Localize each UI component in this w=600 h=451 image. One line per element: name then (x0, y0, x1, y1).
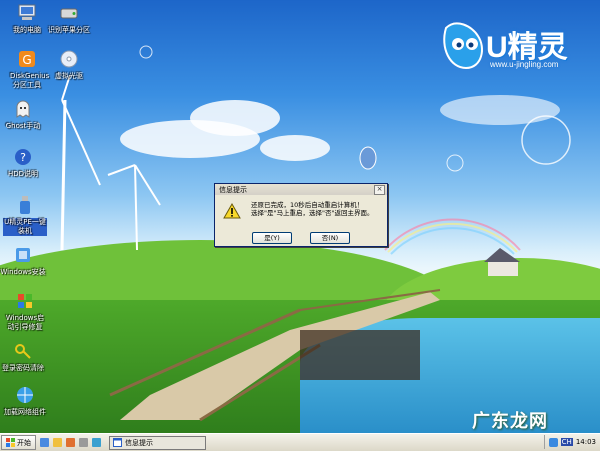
mascot-icon (443, 22, 483, 70)
desktop-icon-label: 加载网络组件 (4, 408, 46, 416)
desktop-icon-password-clear[interactable]: 登录密码清除 (0, 340, 50, 373)
desktop-icon-label: 识别苹果分区 (48, 26, 90, 34)
key-icon (12, 340, 34, 362)
start-icon (6, 438, 15, 447)
warning-icon (223, 203, 241, 219)
drive-icon (58, 2, 80, 24)
network-icon (14, 384, 36, 406)
quicklaunch-explorer-icon[interactable] (53, 438, 62, 447)
quicklaunch-tool-icon[interactable] (66, 438, 75, 447)
svg-text:?: ? (20, 151, 26, 164)
dialog-message: 还原已完成，10秒后自动重启计算机！ 选择"是"马上重启，选择"否"返回主界面。 (251, 201, 373, 217)
watermark-text: 广东龙网 (472, 411, 548, 432)
window-icon (113, 438, 122, 447)
yes-button[interactable]: 是(Y) (252, 232, 292, 244)
tray-app-icon[interactable] (548, 437, 558, 447)
dialog-close-button[interactable]: × (374, 184, 385, 195)
info-dialog: 信息提示 × 还原已完成，10秒后自动重启计算机！ 选择"是"马上重启，选择"否… (214, 183, 388, 247)
desktop-icon-label: Windows安装 (0, 268, 46, 276)
desktop-icon-label: 登录密码清除 (2, 364, 44, 372)
language-indicator[interactable]: CH (560, 438, 573, 446)
dialog-message-row: 还原已完成，10秒后自动重启计算机！ 选择"是"马上重启，选择"否"返回主界面。 (215, 195, 387, 219)
desktop-icon-apple-partition[interactable]: 识别苹果分区 (42, 2, 96, 35)
dialog-titlebar[interactable]: 信息提示 × (215, 184, 387, 195)
logo-url: www.u-jingling.com (490, 60, 559, 69)
no-button[interactable]: 否(N) (310, 232, 350, 244)
taskbar: 开始 信息提示 CH 14:03 (0, 433, 600, 451)
install-icon (12, 244, 34, 266)
ujingling-logo: U精灵 www.u-jingling.com (438, 18, 588, 78)
desktop: 我的电脑 识别苹果分区 G DiskGenius分区工具 虚拟光驱 Ghost手… (0, 0, 600, 433)
desktop-icon-label: DiskGenius分区工具 (10, 72, 50, 89)
dialog-message-line: 选择"是"马上重启，选择"否"返回主界面。 (251, 209, 374, 217)
quicklaunch-app-icon[interactable] (92, 438, 101, 447)
desktop-icon-windows-install[interactable]: Windows安装 (0, 244, 50, 277)
desktop-icon-hdd-help[interactable]: ? HDD说明 (0, 146, 50, 179)
desktop-icon-label: U精灵PE一键装机 (3, 218, 47, 236)
desktop-icon-label: 虚拟光驱 (55, 72, 83, 80)
usb-icon (14, 194, 36, 216)
start-button[interactable]: 开始 (1, 435, 36, 450)
system-tray: CH 14:03 (543, 435, 600, 449)
dialog-button-row: 是(Y) 否(N) (215, 232, 387, 244)
desktop-icon-network[interactable]: 加载网络组件 (0, 384, 52, 417)
clock[interactable]: 14:03 (576, 438, 596, 446)
taskbar-button-label: 信息提示 (125, 438, 153, 447)
desktop-icon-label: HDD说明 (7, 170, 39, 178)
desktop-icon-ghost[interactable]: Ghost手动 (0, 98, 50, 131)
desktop-icon-one-click-install[interactable]: U精灵PE一键装机 (0, 194, 52, 236)
desktop-icon-virtual-drive[interactable]: 虚拟光驱 (42, 48, 96, 81)
svg-text:G: G (22, 53, 31, 67)
quicklaunch-disk-icon[interactable] (79, 438, 88, 447)
desktop-icon-boot-repair[interactable]: Windows启动引导修复 (0, 290, 52, 332)
ghost-icon (12, 98, 34, 120)
diskgenius-icon: G (16, 48, 38, 70)
cd-icon (58, 48, 80, 70)
start-label: 开始 (17, 438, 31, 447)
windows-logo-icon (14, 290, 36, 312)
desktop-icon-label: Windows启动引导修复 (5, 314, 45, 331)
dialog-title: 信息提示 (219, 185, 247, 194)
dialog-message-line: 还原已完成，10秒后自动重启计算机！ (251, 201, 364, 209)
help-icon: ? (12, 146, 34, 168)
quicklaunch-desktop-icon[interactable] (40, 438, 49, 447)
taskbar-button-info-dialog[interactable]: 信息提示 (109, 435, 206, 450)
desktop-icon-label: Ghost手动 (5, 122, 41, 130)
computer-icon (16, 2, 38, 24)
